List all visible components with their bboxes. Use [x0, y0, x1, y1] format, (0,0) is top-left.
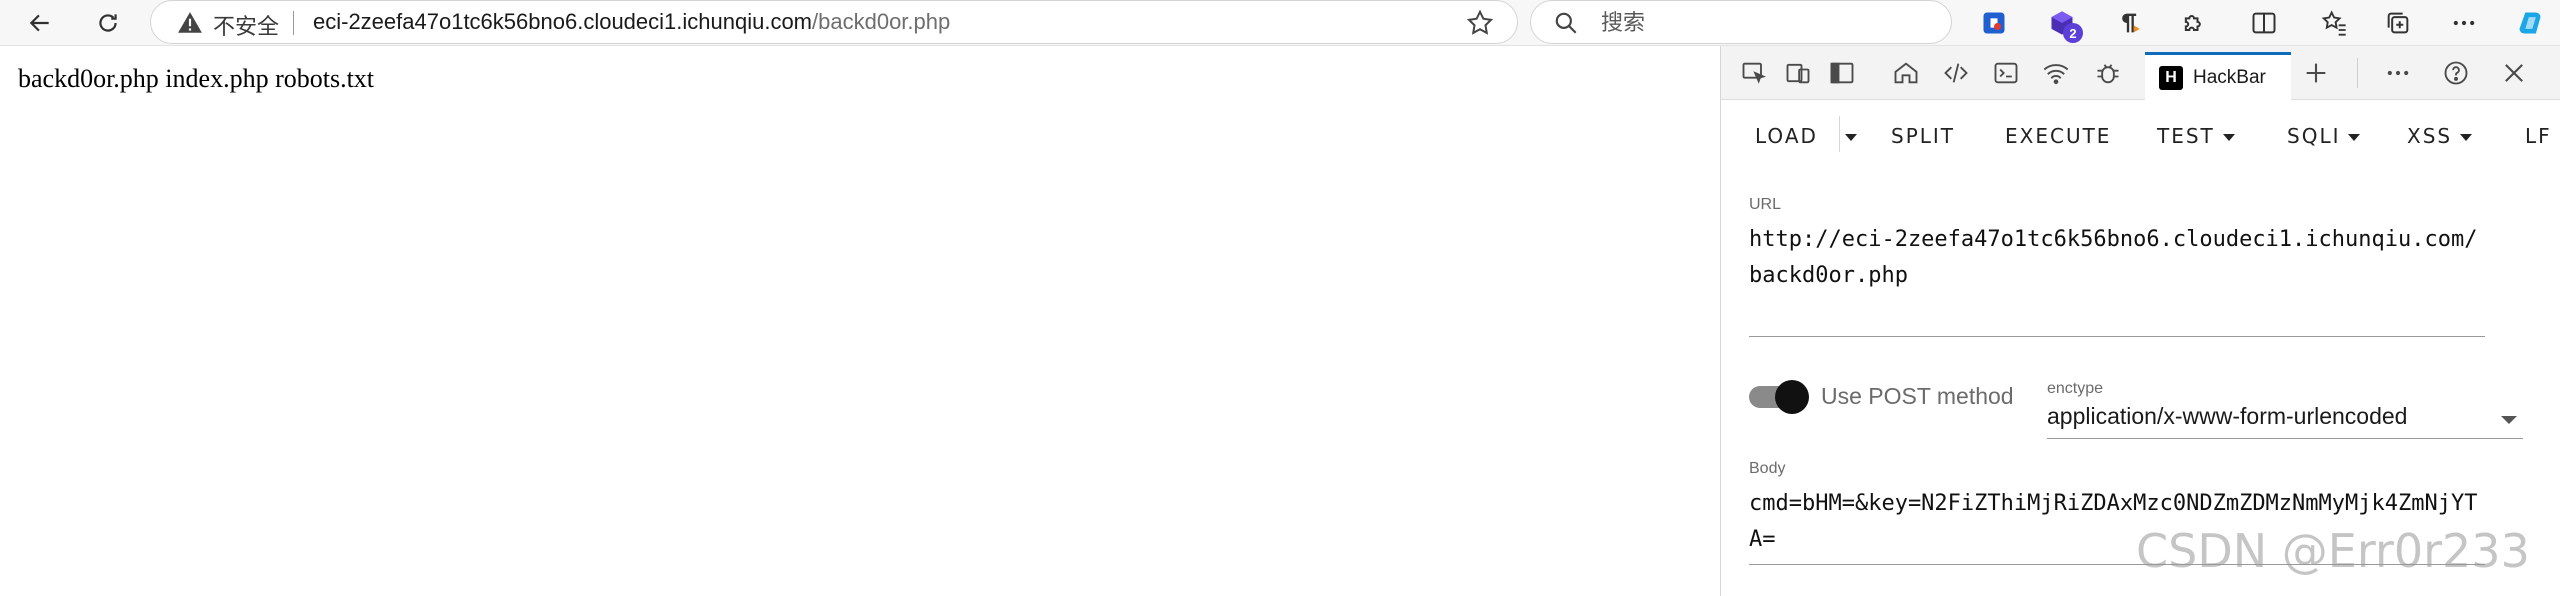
search-icon [1555, 12, 1577, 34]
sqli-menu-button[interactable]: SQLI [2287, 124, 2361, 148]
pilcrow-icon [2122, 13, 2140, 33]
directory-listing: backd0or.php index.php robots.txt [18, 64, 375, 93]
collections-button[interactable] [2380, 5, 2416, 41]
bug-icon [2097, 64, 2119, 84]
tab-console[interactable] [1991, 58, 2021, 88]
xss-menu-label: XSS [2407, 124, 2453, 148]
tab-network[interactable] [2041, 58, 2071, 88]
add-tab-button[interactable] [2301, 58, 2331, 88]
home-icon [1894, 62, 1918, 84]
tab-elements[interactable] [1941, 58, 1971, 88]
url-text[interactable]: eci-2zeefa47o1tc6k56bno6.cloudeci1.ichun… [313, 9, 950, 35]
sqli-menu-label: SQLI [2287, 124, 2341, 148]
extensions-button[interactable] [2176, 5, 2212, 41]
inspect-element-button[interactable] [1739, 58, 1769, 88]
load-dropdown-divider [1839, 116, 1840, 152]
console-icon [1994, 62, 2018, 84]
refresh-icon [99, 14, 117, 32]
lfi-menu-button[interactable]: LF [2525, 124, 2552, 148]
url-field-underline [1749, 336, 2485, 337]
help-icon [2444, 61, 2468, 85]
search-box[interactable] [1530, 0, 1952, 44]
devtools-more-button[interactable] [2383, 58, 2413, 88]
hackbar-logo-icon: H [2159, 65, 2183, 90]
more-button[interactable] [2446, 5, 2482, 41]
wifi-icon [2043, 64, 2069, 85]
tab-sources[interactable] [2093, 58, 2123, 88]
search-input[interactable] [1601, 7, 1931, 39]
tab-hackbar[interactable]: H HackBar [2145, 52, 2291, 100]
post-method-label[interactable]: Use POST method [1821, 383, 2014, 410]
back-button[interactable] [20, 3, 60, 43]
hackbar-menu: LOAD SPLIT EXECUTE TEST SQLI XSS LF [1721, 100, 2560, 178]
shield-key-icon [1983, 12, 2005, 34]
load-button[interactable]: LOAD [1755, 124, 1818, 148]
favorite-star-icon[interactable] [1465, 8, 1495, 38]
test-menu-button[interactable]: TEST [2157, 124, 2235, 148]
extension-cube-button[interactable]: 2 [2044, 5, 2083, 43]
devtools-tabbar: H HackBar [1721, 46, 2560, 100]
plus-icon [2306, 63, 2326, 83]
devtools-close-button[interactable] [2499, 58, 2529, 88]
url-path: /backd0or.php [812, 9, 951, 34]
enctype-select[interactable]: application/x-www-form-urlencoded [2047, 403, 2407, 430]
favorites-button[interactable] [2316, 5, 2352, 41]
caret-down-icon [2348, 134, 2361, 141]
extension-bitwarden-button[interactable] [1976, 5, 2012, 41]
post-method-toggle-thumb[interactable] [1775, 380, 1809, 414]
enctype-underline [2047, 438, 2523, 439]
more-dots-icon [2387, 70, 2409, 76]
load-dropdown-button[interactable] [1845, 124, 1857, 148]
collections-icon [2387, 12, 2409, 34]
tab-hackbar-label: HackBar [2193, 66, 2266, 88]
inspect-icon [1742, 62, 1766, 84]
caret-down-icon [2460, 134, 2473, 141]
copilot-button[interactable] [2512, 5, 2548, 41]
url-field[interactable]: http://eci-2zeefa47o1tc6k56bno6.cloudeci… [1749, 222, 2485, 294]
code-icon [1944, 63, 1968, 83]
url-host: eci-2zeefa47o1tc6k56bno6.cloudeci1.ichun… [313, 9, 813, 34]
devtools-panel: H HackBar LOAD SPLIT EXECUTE TEST SQLI X… [1720, 46, 2560, 596]
devtools-help-button[interactable] [2441, 58, 2471, 88]
caret-down-icon [1845, 134, 1857, 141]
extension-badge: 2 [2063, 23, 2083, 43]
device-icon [1786, 63, 1810, 84]
url-field-label: URL [1749, 196, 1782, 213]
browser-toolbar: 不安全 eci-2zeefa47o1tc6k56bno6.cloudeci1.i… [0, 0, 2560, 46]
dock-side-button[interactable] [1827, 58, 1857, 88]
page-content: backd0or.php index.php robots.txt [0, 46, 1720, 596]
copilot-icon [2519, 12, 2541, 34]
execute-button[interactable]: EXECUTE [2005, 124, 2111, 148]
more-dots-icon [2453, 20, 2475, 26]
body-field-label: Body [1749, 460, 1786, 477]
extension-paragraph-button[interactable] [2110, 5, 2146, 41]
enctype-dropdown-icon[interactable] [2501, 416, 2517, 424]
favorites-list-icon [2321, 10, 2346, 36]
puzzle-icon [2184, 15, 2201, 31]
split-button[interactable]: SPLIT [1891, 124, 1955, 148]
close-icon [2505, 64, 2523, 82]
address-divider [293, 11, 294, 35]
device-emulation-button[interactable] [1783, 58, 1813, 88]
xss-menu-button[interactable]: XSS [2407, 124, 2473, 148]
split-screen-button[interactable] [2246, 5, 2282, 41]
insecure-label[interactable]: 不安全 [213, 9, 279, 41]
test-menu-label: TEST [2157, 124, 2215, 148]
watermark: CSDN @Err0r233 [2136, 524, 2530, 578]
dock-icon [1830, 62, 1854, 84]
enctype-label: enctype [2047, 380, 2104, 397]
refresh-button[interactable] [88, 3, 128, 43]
address-bar[interactable]: 不安全 eci-2zeefa47o1tc6k56bno6.cloudeci1.i… [150, 0, 1518, 44]
devtools-divider [2357, 58, 2358, 88]
back-arrow-icon [29, 14, 49, 32]
caret-down-icon [2222, 134, 2235, 141]
warning-icon[interactable] [177, 10, 203, 36]
split-screen-icon [2252, 12, 2276, 34]
tab-welcome[interactable] [1891, 58, 1921, 88]
